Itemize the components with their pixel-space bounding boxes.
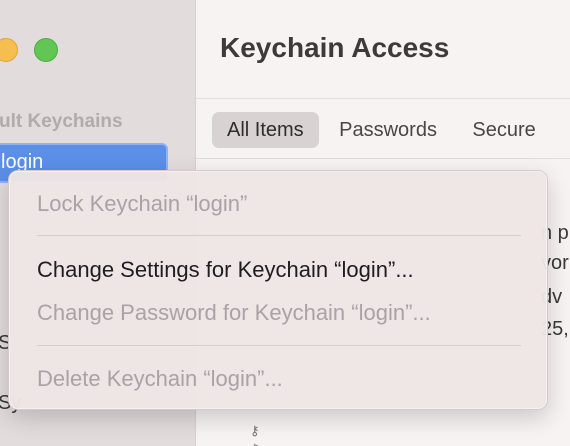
menu-divider [37, 345, 521, 346]
minimize-window-button[interactable] [0, 38, 18, 62]
list-header-divider [196, 158, 570, 159]
key-icon: ⚷ [250, 441, 268, 446]
keychain-context-menu: Lock Keychain “login” Change Settings fo… [8, 170, 548, 410]
window-title: Keychain Access [220, 32, 450, 63]
menu-item-change-settings[interactable]: Change Settings for Keychain “login”... [37, 255, 414, 285]
key-icon: ⚷ [250, 423, 260, 439]
table-row[interactable]: ⚷ [212, 438, 570, 446]
tab-passwords[interactable]: Passwords [324, 112, 452, 148]
menu-divider [37, 235, 521, 236]
zoom-window-button[interactable] [34, 38, 58, 62]
category-tab-bar: All Items Passwords Secure [212, 112, 552, 148]
table-row[interactable]: ⚷ [212, 420, 570, 440]
menu-item-lock-keychain: Lock Keychain “login” [37, 191, 248, 216]
sidebar-heading-default-keychains: ult Keychains [0, 111, 123, 132]
menu-item-delete-keychain: Delete Keychain “login”... [37, 366, 283, 391]
tab-secure-notes[interactable]: Secure [457, 112, 550, 148]
tab-all-items[interactable]: All Items [212, 112, 319, 148]
keychain-access-window: ult Keychains login S Sy Keychain Access… [0, 0, 570, 446]
toolbar-divider [196, 98, 570, 99]
menu-item-change-password: Change Password for Keychain “login”... [37, 300, 431, 325]
